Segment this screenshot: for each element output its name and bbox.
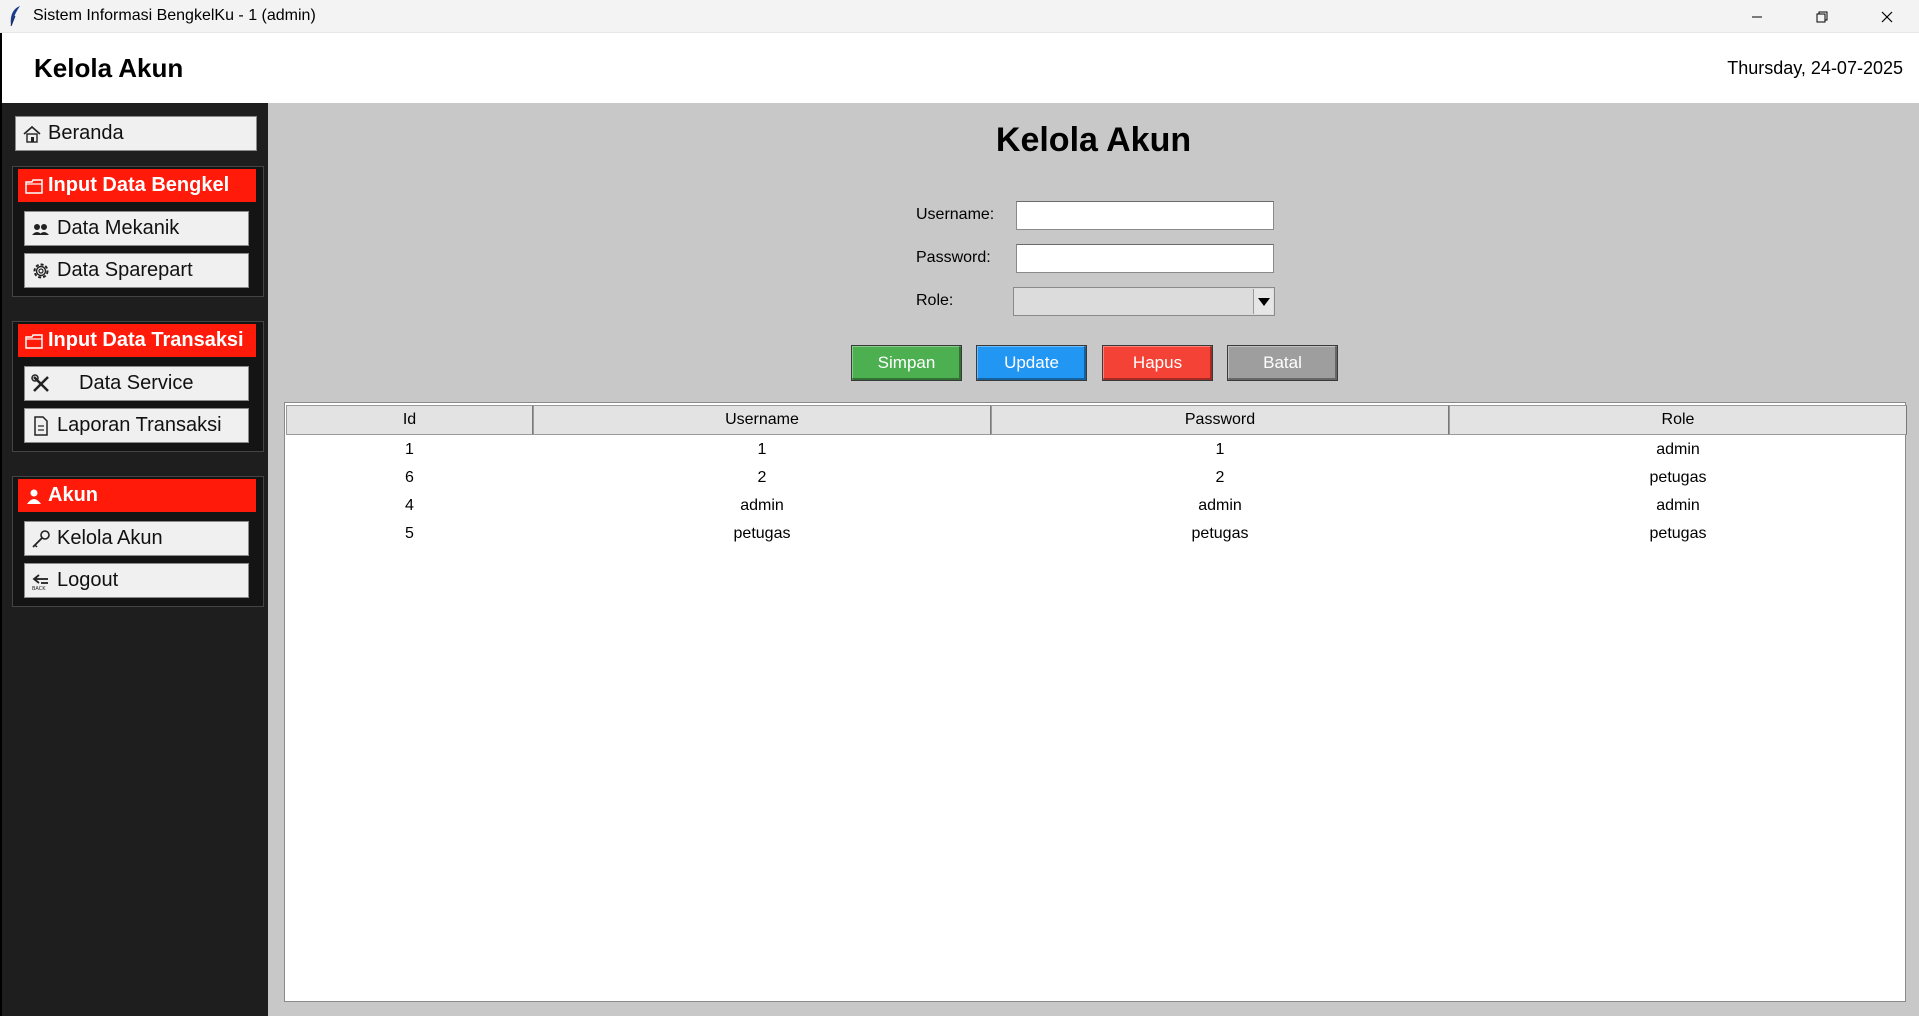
header-date: Thursday, 24-07-2025 [1727,58,1903,78]
role-label: Role: [916,292,954,309]
username-input[interactable] [1016,201,1274,230]
password-label: Password: [916,249,991,266]
hapus-button[interactable]: Hapus [1102,345,1213,381]
main-content: Kelola Akun Username: Password: Role: Si… [268,103,1919,1016]
chevron-down-icon[interactable] [1253,289,1273,314]
cell-id: 4 [405,497,414,514]
accounts-table[interactable]: Id Username Password Role 1 1 1 admin 6 … [284,402,1907,1002]
header-title: Kelola Akun [34,53,184,83]
cell-username: 1 [757,441,767,458]
sidebar-item-logout[interactable]: BACK Logout [24,563,249,598]
sidebar-item-label: Beranda [48,122,124,144]
table-row[interactable]: 6 2 2 petugas [286,464,1907,492]
cell-id: 5 [405,525,414,542]
sidebar-item-beranda[interactable]: Beranda [15,116,257,151]
app-header: Kelola Akun Thursday, 24-07-2025 [0,33,1919,103]
cell-role: petugas [1649,469,1707,486]
sidebar-item-data-sparepart[interactable]: Data Sparepart [24,253,249,288]
group-header-input-data-transaksi: Input Data Transaksi [18,324,256,357]
document-icon [31,415,51,436]
table-header: Id Username Password Role [286,405,1907,435]
back-icon: BACK [31,571,51,591]
close-button[interactable] [1854,0,1919,33]
key-icon [31,529,51,549]
column-header-id[interactable]: Id [286,405,533,435]
cell-password: 1 [1215,441,1225,458]
column-header-password[interactable]: Password [991,405,1449,435]
feather-icon [7,5,23,27]
password-input[interactable] [1016,244,1274,273]
table-row[interactable]: 5 petugas petugas petugas [286,520,1907,548]
cell-username: 2 [757,469,767,486]
sidebar-item-laporan-transaksi[interactable]: Laporan Transaksi [24,408,249,443]
role-select[interactable] [1013,287,1275,316]
home-icon [22,124,42,144]
username-label: Username: [916,206,995,223]
tools-icon [31,373,51,394]
window-title: Sistem Informasi BengkelKu - 1 (admin) [33,7,316,24]
column-header-username[interactable]: Username [533,405,991,435]
svg-text:BACK: BACK [32,586,46,591]
page-title: Kelola Akun [995,121,1192,159]
cell-password: petugas [1191,525,1249,542]
cell-username: petugas [733,525,791,542]
batal-button[interactable]: Batal [1227,345,1338,381]
user-icon [24,486,44,506]
cell-id: 6 [405,469,414,486]
table-row[interactable]: 4 admin admin admin [286,492,1907,520]
gear-icon [31,261,51,281]
group-header-akun: Akun [18,479,256,512]
cell-username: admin [740,497,784,514]
cell-id: 1 [405,441,414,458]
cell-password: admin [1198,497,1242,514]
folder-icon [24,176,44,196]
users-icon [31,219,51,239]
window-titlebar: Sistem Informasi BengkelKu - 1 (admin) [0,0,1919,33]
folder-icon [24,331,44,351]
cell-role: admin [1656,441,1700,458]
sidebar-item-kelola-akun[interactable]: Kelola Akun [24,521,249,556]
group-header-input-data-bengkel: Input Data Bengkel [18,169,256,202]
sidebar-item-data-mekanik[interactable]: Data Mekanik [24,211,249,246]
table-row[interactable]: 1 1 1 admin [286,436,1907,464]
minimize-button[interactable] [1724,0,1789,33]
sidebar: Beranda Input Data Bengkel Data Mekanik … [0,103,268,1016]
cell-role: petugas [1649,525,1707,542]
sidebar-item-data-service[interactable]: Data Service [24,366,249,401]
simpan-button[interactable]: Simpan [851,345,962,381]
update-button[interactable]: Update [976,345,1087,381]
column-header-role[interactable]: Role [1449,405,1907,435]
cell-role: admin [1656,497,1700,514]
cell-password: 2 [1215,469,1225,486]
restore-button[interactable] [1789,0,1854,33]
